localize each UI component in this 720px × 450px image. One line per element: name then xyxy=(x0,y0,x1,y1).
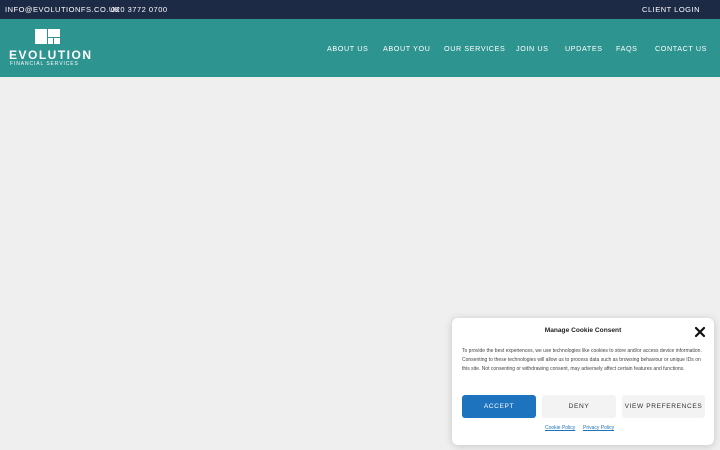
privacy-policy-link[interactable]: Privacy Policy xyxy=(583,425,614,431)
deny-button[interactable]: DENY xyxy=(542,395,616,418)
view-preferences-button[interactable]: VIEW PREFERENCES xyxy=(622,395,705,418)
nav-item-updates[interactable]: UPDATES xyxy=(565,44,603,53)
phone-link[interactable]: 020 3772 0700 xyxy=(111,5,168,14)
close-icon[interactable] xyxy=(694,326,706,338)
cookie-dialog-body: To provide the best experiences, we use … xyxy=(462,348,702,372)
logo-mark-icon xyxy=(35,29,60,44)
nav-item-contact-us[interactable]: CONTACT US xyxy=(655,44,707,53)
cookie-consent-dialog: Manage Cookie Consent To provide the bes… xyxy=(452,318,714,445)
top-bar: INFO@EVOLUTIONFS.CO.UK 020 3772 0700 CLI… xyxy=(0,0,720,19)
accept-button[interactable]: ACCEPT xyxy=(462,395,536,418)
nav-item-join-us[interactable]: JOIN US xyxy=(516,44,549,53)
cookie-dialog-title: Manage Cookie Consent xyxy=(544,327,622,334)
nav-item-faqs[interactable]: FAQS xyxy=(616,44,638,53)
site-header: EVOLUTION FINANCIAL SERVICES ABOUT US AB… xyxy=(0,19,720,77)
logo[interactable]: EVOLUTION FINANCIAL SERVICES xyxy=(9,28,91,70)
logo-tagline: FINANCIAL SERVICES xyxy=(10,61,79,67)
client-login-link[interactable]: CLIENT LOGIN xyxy=(642,5,700,14)
nav-item-about-you[interactable]: ABOUT YOU xyxy=(383,44,430,53)
nav-item-about-us[interactable]: ABOUT US xyxy=(327,44,368,53)
nav-item-our-services[interactable]: OUR SERVICES xyxy=(444,44,505,53)
email-link[interactable]: INFO@EVOLUTIONFS.CO.UK xyxy=(5,5,120,14)
cookie-policy-link[interactable]: Cookie Policy xyxy=(545,425,575,431)
logo-wordmark: EVOLUTION xyxy=(9,48,93,62)
